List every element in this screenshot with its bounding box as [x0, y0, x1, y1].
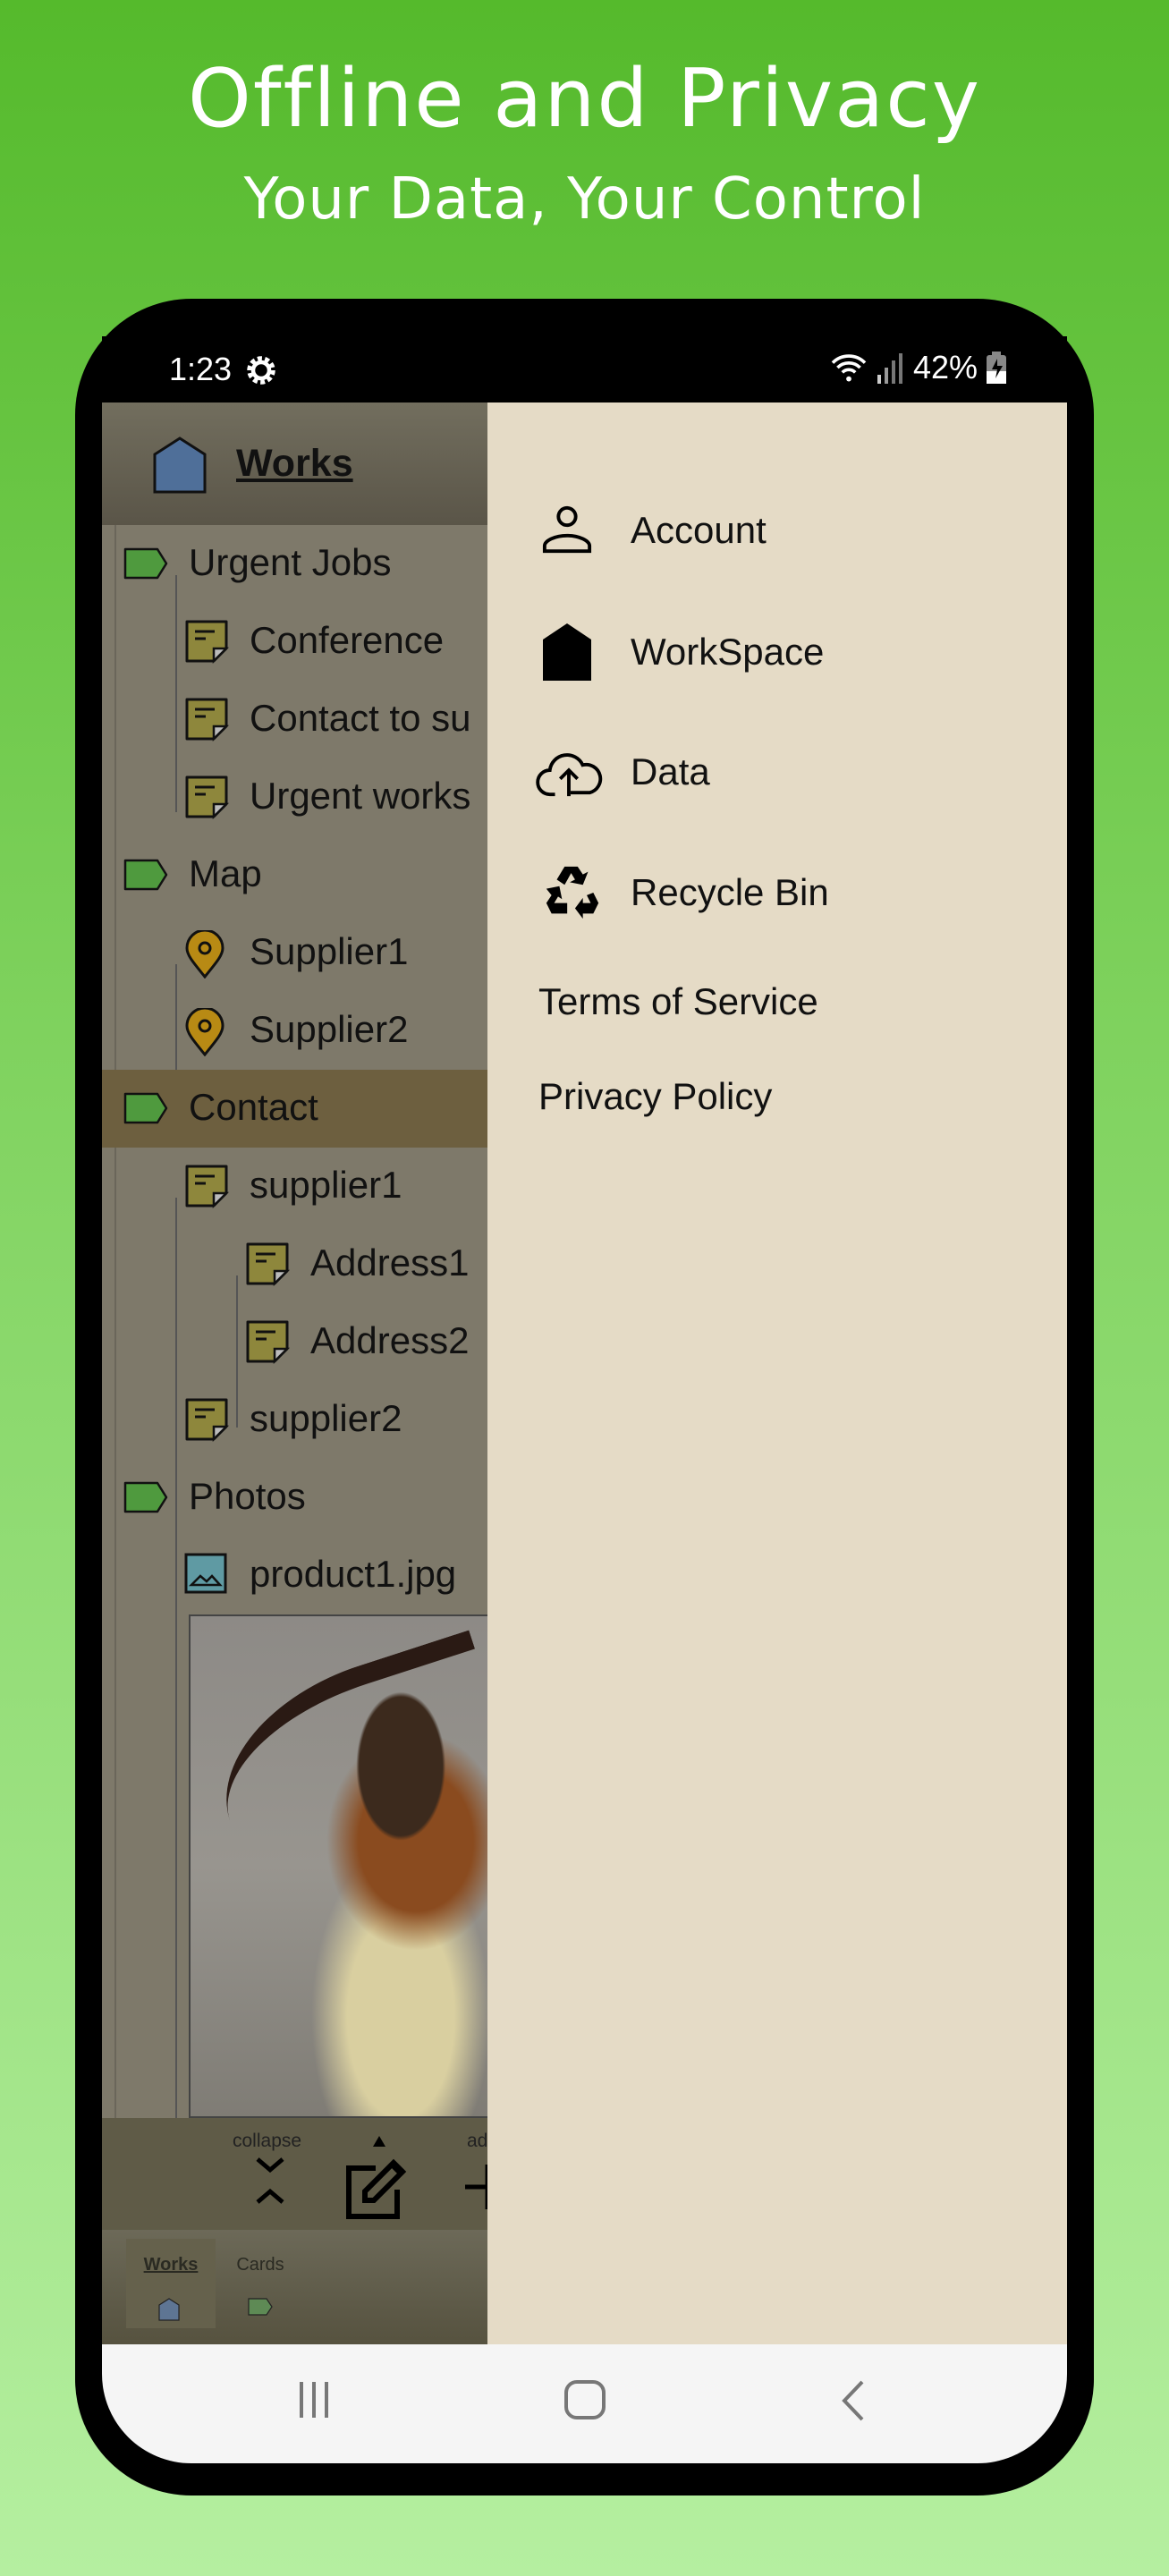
move-up-icon[interactable] — [373, 2136, 385, 2147]
recycle-icon — [546, 866, 599, 919]
house-icon — [158, 2298, 180, 2321]
tree-item[interactable]: product1.jpg — [102, 1537, 487, 1614]
add-label: add — [467, 2131, 487, 2151]
menu-item-workspace[interactable]: WorkSpace — [487, 603, 1067, 701]
tree-item[interactable]: Supplier2 — [102, 992, 487, 1070]
system-nav-bar — [102, 2344, 1067, 2463]
tree-item-label: Contact — [189, 1086, 318, 1128]
house-icon — [153, 436, 207, 494]
works-header[interactable]: Works — [102, 402, 487, 525]
signal-icon — [877, 353, 902, 384]
battery-charging-icon — [987, 352, 1006, 384]
product-photo[interactable] — [189, 1614, 487, 2118]
menu-item-terms-of-service[interactable]: Terms of Service — [487, 953, 1067, 1051]
tree-item-label: product1.jpg — [250, 1553, 457, 1595]
phone-screen: 1:23 42% Works Urgent Jobs Conference Cont… — [102, 336, 1067, 2463]
tree-item[interactable]: Address1 — [102, 1225, 487, 1303]
home-button[interactable] — [564, 2380, 606, 2424]
tree-item[interactable]: Map — [102, 836, 487, 914]
tree-item[interactable]: Urgent Jobs — [102, 525, 487, 603]
menu-item-data[interactable]: Data — [487, 723, 1067, 821]
tree-item-label: Urgent works — [250, 775, 471, 817]
navigation-drawer: Account WorkSpace Data Recycle Bin Terms… — [487, 402, 1067, 2344]
tree-item-label: supplier2 — [250, 1397, 402, 1439]
tree-panel: Works Urgent Jobs Conference Contact to su… — [102, 402, 487, 2344]
add-icon[interactable] — [465, 2165, 487, 2209]
app-content: Works Urgent Jobs Conference Contact to su… — [102, 402, 1067, 2344]
tree-item[interactable]: Contact to su — [102, 681, 487, 758]
tree-item-label: Supplier2 — [250, 1008, 409, 1050]
cloud-upload-icon — [536, 753, 603, 797]
collapse-icon[interactable] — [252, 2154, 288, 2207]
promo-subtitle: Your Data, Your Control — [243, 166, 926, 233]
wifi-icon — [831, 354, 867, 382]
status-time: 1:23 — [169, 351, 233, 387]
tree-item[interactable]: supplier1 — [102, 1148, 487, 1225]
tree-item-label: Conference — [250, 619, 445, 661]
menu-item-account[interactable]: Account — [487, 481, 1067, 580]
works-title[interactable]: Works — [236, 442, 353, 486]
tree-item[interactable]: Photos — [102, 1459, 487, 1537]
tree-item[interactable]: supplier2 — [102, 1381, 487, 1459]
menu-item-privacy-policy[interactable]: Privacy Policy — [487, 1047, 1067, 1146]
edit-icon[interactable] — [343, 2157, 408, 2222]
gear-icon — [247, 356, 275, 385]
tree-item-label: Supplier1 — [250, 930, 409, 972]
tree-item-label: Address1 — [310, 1241, 470, 1284]
back-button[interactable] — [841, 2380, 864, 2426]
tree-item[interactable]: Urgent works — [102, 758, 487, 836]
menu-item-recycle-bin[interactable]: Recycle Bin — [487, 843, 1067, 942]
tree-item[interactable]: Supplier1 — [102, 914, 487, 992]
bottom-tabs: Works Cards — [102, 2230, 487, 2344]
tree-item-label: supplier1 — [250, 1164, 402, 1206]
tree-item-label: Contact to su — [250, 697, 471, 739]
tab-works[interactable]: Works — [126, 2239, 216, 2328]
tab-cards[interactable]: Cards — [216, 2239, 305, 2328]
bottom-toolbar: collapse add — [102, 2118, 487, 2230]
recent-apps-button[interactable] — [296, 2380, 332, 2424]
tree-item-label: Address2 — [310, 1319, 470, 1361]
tab-works-label: Works — [143, 2255, 199, 2275]
tag-icon — [248, 2298, 273, 2316]
tree-item[interactable]: Address2 — [102, 1303, 487, 1381]
collapse-label: collapse — [233, 2131, 302, 2151]
house-icon — [543, 623, 591, 681]
person-icon — [542, 505, 592, 554]
tree-item-label: Map — [189, 852, 262, 894]
tab-cards-label: Cards — [236, 2255, 284, 2275]
battery-percent: 42% — [912, 349, 978, 386]
tree-item[interactable]: Conference — [102, 603, 487, 681]
tree-item[interactable]: Contact — [102, 1070, 487, 1148]
promo-title: Offline and Privacy — [187, 52, 982, 146]
tree-item-label: Photos — [189, 1475, 306, 1517]
tree-item-label: Urgent Jobs — [189, 541, 392, 583]
status-bar: 1:23 42% — [102, 336, 1067, 402]
